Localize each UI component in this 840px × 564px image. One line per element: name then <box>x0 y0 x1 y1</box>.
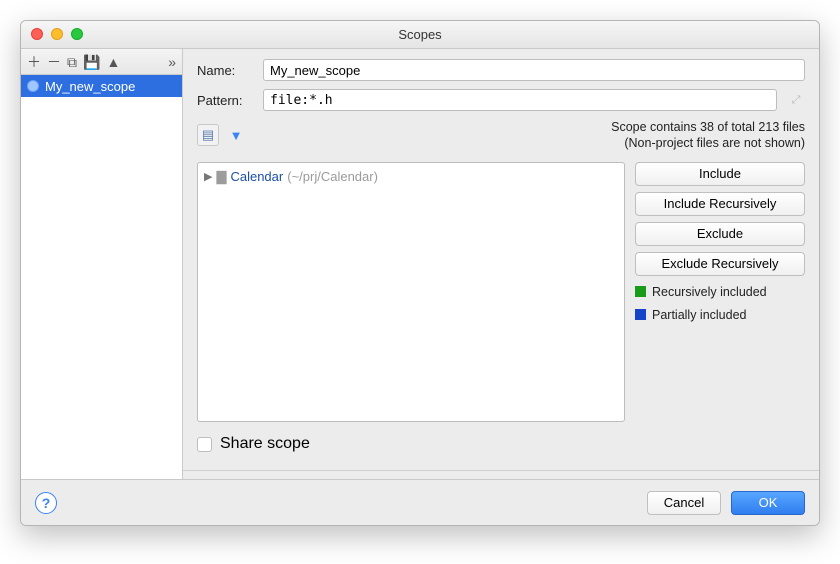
name-label: Name: <box>197 63 253 78</box>
file-tree[interactable]: ▶ ▇ Calendar (~/prj/Calendar) <box>197 162 625 423</box>
help-icon[interactable]: ? <box>35 492 57 514</box>
legend-square-blue <box>635 309 646 320</box>
expand-icon[interactable]: ⤢ <box>787 94 805 107</box>
name-input[interactable] <box>263 59 805 81</box>
legend-square-green <box>635 286 646 297</box>
minimize-icon[interactable] <box>51 28 63 40</box>
scopes-list: My_new_scope <box>21 75 182 479</box>
share-scope-label: Share scope <box>220 435 310 453</box>
titlebar: Scopes <box>21 21 819 49</box>
close-icon[interactable] <box>31 28 43 40</box>
chevron-right-icon[interactable]: ▶ <box>204 170 212 183</box>
tree-node-path: (~/prj/Calendar) <box>287 169 378 184</box>
exclude-button[interactable]: Exclude <box>635 222 805 246</box>
filter-row: ▤ ▼ Scope contains 38 of total 213 files… <box>197 119 805 152</box>
main-panel: Name: Pattern: ⤢ ▤ ▼ Scope contains 38 o… <box>183 49 819 479</box>
maximize-icon[interactable] <box>71 28 83 40</box>
view-mode-icon[interactable]: ▤ <box>197 124 219 146</box>
legend-recursive-label: Recursively included <box>652 285 767 299</box>
include-recursively-button[interactable]: Include Recursively <box>635 192 805 216</box>
sidebar: ＋ － ⧉ 💾 ▲ » My_new_scope <box>21 49 183 479</box>
legend-partial-label: Partially included <box>652 308 747 322</box>
legend-recursive: Recursively included <box>635 285 805 299</box>
more-icon[interactable]: » <box>168 55 176 69</box>
window-controls <box>31 28 83 40</box>
up-icon[interactable]: ▲ <box>106 55 120 69</box>
filter-icon[interactable]: ▼ <box>225 124 247 146</box>
cancel-button[interactable]: Cancel <box>647 491 721 515</box>
list-item[interactable]: My_new_scope <box>21 75 182 97</box>
copy-icon[interactable]: ⧉ <box>67 55 77 69</box>
share-scope-checkbox[interactable] <box>197 437 212 452</box>
tree-area: ▶ ▇ Calendar (~/prj/Calendar) Include In… <box>197 162 805 423</box>
include-exclude-buttons: Include Include Recursively Exclude Excl… <box>635 162 805 423</box>
scope-info-line2: (Non-project files are not shown) <box>253 135 805 151</box>
scopes-dialog: Scopes ＋ － ⧉ 💾 ▲ » My_new_scope Name: <box>20 20 820 526</box>
legend-partial: Partially included <box>635 308 805 322</box>
save-icon[interactable]: 💾 <box>83 55 100 69</box>
pattern-input[interactable] <box>263 89 777 111</box>
pattern-label: Pattern: <box>197 93 253 108</box>
name-row: Name: <box>197 59 805 81</box>
remove-icon[interactable]: － <box>47 55 61 69</box>
exclude-recursively-button[interactable]: Exclude Recursively <box>635 252 805 276</box>
window-title: Scopes <box>398 27 441 42</box>
scope-icon <box>27 80 39 92</box>
separator <box>183 470 819 471</box>
include-button[interactable]: Include <box>635 162 805 186</box>
ok-button[interactable]: OK <box>731 491 805 515</box>
tree-row[interactable]: ▶ ▇ Calendar (~/prj/Calendar) <box>204 169 618 185</box>
share-row: Share scope <box>197 430 805 458</box>
tree-node-name: Calendar <box>230 169 283 184</box>
list-item-label: My_new_scope <box>45 79 135 94</box>
pattern-row: Pattern: ⤢ <box>197 89 805 111</box>
scope-info: Scope contains 38 of total 213 files (No… <box>253 119 805 152</box>
dialog-footer: ? Cancel OK <box>21 479 819 525</box>
sidebar-toolbar: ＋ － ⧉ 💾 ▲ » <box>21 49 182 75</box>
add-icon[interactable]: ＋ <box>27 55 41 69</box>
scope-info-line1: Scope contains 38 of total 213 files <box>253 119 805 135</box>
dialog-body: ＋ － ⧉ 💾 ▲ » My_new_scope Name: Pa <box>21 49 819 479</box>
folder-icon: ▇ <box>216 169 226 185</box>
